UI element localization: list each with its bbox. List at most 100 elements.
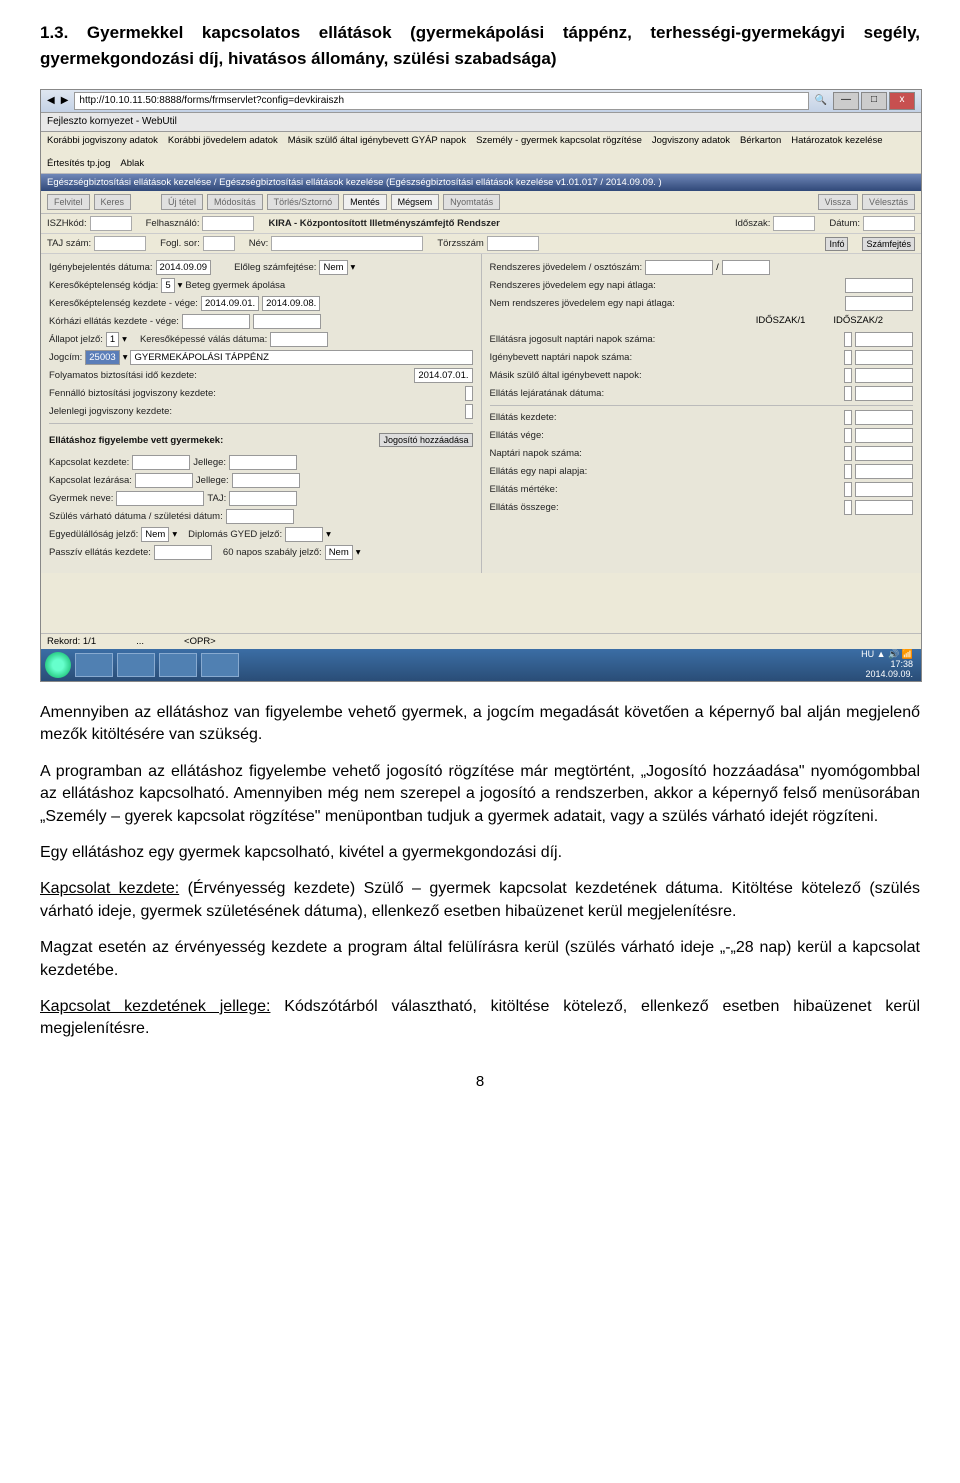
jogosult-napok-2[interactable]	[855, 332, 913, 347]
napi-alap-2[interactable]	[855, 464, 913, 479]
gyermek-taj-input[interactable]	[229, 491, 297, 506]
toolbar-ujtetel[interactable]: Új tétel	[161, 194, 203, 211]
diplomas-gyed-select[interactable]	[285, 527, 323, 542]
jogosito-hozzaadas-button[interactable]: Jogosító hozzáadása	[379, 433, 472, 448]
address-bar[interactable]: http://10.10.11.50:8888/forms/frmservlet…	[74, 92, 808, 110]
chevron-down-icon[interactable]: ▾	[326, 528, 331, 541]
60napos-select[interactable]: Nem	[325, 545, 353, 560]
search-icon[interactable]: 🔍	[815, 94, 827, 108]
menu-item[interactable]: Korábbi jogviszony adatok	[47, 134, 158, 147]
ellatas-vege-2[interactable]	[855, 428, 913, 443]
ellatas-kezdet-1[interactable]	[844, 410, 852, 425]
kapcs-lezar-jelleg-input[interactable]	[232, 473, 300, 488]
naptari-napok-1[interactable]	[844, 446, 852, 461]
igeny-datum-input[interactable]: 2014.09.09	[156, 260, 212, 275]
menu-item[interactable]: Határozatok kezelése	[791, 134, 882, 147]
szamfejtes-button[interactable]: Számfejtés	[862, 237, 915, 252]
menu-item[interactable]: Korábbi jövedelem adatok	[168, 134, 278, 147]
kapcs-kezdet-input[interactable]	[132, 455, 190, 470]
menu-item[interactable]: Ablak	[120, 157, 144, 170]
kk-vege-input[interactable]: 2014.09.08.	[262, 296, 320, 311]
menu-item[interactable]: Értesítés tp.jog	[47, 157, 110, 170]
fogl-input[interactable]	[203, 236, 235, 251]
toolbar-vissza[interactable]: Vissza	[818, 194, 858, 211]
toolbar-mentes[interactable]: Mentés	[343, 194, 387, 211]
toolbar-megsem[interactable]: Mégsem	[391, 194, 440, 211]
felh-input[interactable]	[202, 216, 254, 231]
task-button[interactable]	[159, 653, 197, 677]
toolbar-velesztas[interactable]: Vélesztás	[862, 194, 915, 211]
toolbar-modositas[interactable]: Módosítás	[207, 194, 263, 211]
toolbar-nyomtatas[interactable]: Nyomtatás	[443, 194, 500, 211]
nemrendszeres-napi-input[interactable]	[845, 296, 913, 311]
start-button[interactable]	[45, 652, 71, 678]
maximize-button[interactable]: □	[861, 92, 887, 110]
masik-szulo-napok-1[interactable]	[844, 368, 852, 383]
chevron-down-icon[interactable]: ▾	[351, 261, 356, 274]
kapcs-kezdet-jelleg-input[interactable]	[229, 455, 297, 470]
menu-item[interactable]: Személy - gyermek kapcsolat rögzítése	[476, 134, 642, 147]
naptari-napok-2[interactable]	[855, 446, 913, 461]
keresokepes-datum-input[interactable]	[270, 332, 328, 347]
rendszeres-jov-input[interactable]	[645, 260, 713, 275]
kapcs-lezar-input[interactable]	[135, 473, 193, 488]
toolbar-torles[interactable]: Törlés/Sztornó	[267, 194, 340, 211]
chevron-down-icon[interactable]: ▾	[123, 351, 128, 364]
info-button[interactable]: Infó	[825, 237, 848, 252]
task-button[interactable]	[201, 653, 239, 677]
passziv-kezdet-input[interactable]	[154, 545, 212, 560]
osztoszam-input[interactable]	[722, 260, 770, 275]
fennallo-kezdet-input[interactable]	[465, 386, 473, 401]
ellatas-mertek-1[interactable]	[844, 482, 852, 497]
lejarat-datum-2[interactable]	[855, 386, 913, 401]
ellatas-kezdet-2[interactable]	[855, 410, 913, 425]
chevron-down-icon[interactable]: ▾	[172, 528, 177, 541]
menu-item[interactable]: Másik szülő által igénybevett GYÁP napok	[288, 134, 466, 147]
lejarat-datum-1[interactable]	[844, 386, 852, 401]
jelenlegi-kezdet-input[interactable]	[465, 404, 473, 419]
task-button[interactable]	[117, 653, 155, 677]
egyedulallo-select[interactable]: Nem	[141, 527, 169, 542]
torzs-input[interactable]	[487, 236, 539, 251]
datum-input[interactable]	[863, 216, 915, 231]
kk-kezdet-input[interactable]: 2014.09.01.	[201, 296, 259, 311]
chevron-down-icon[interactable]: ▾	[178, 279, 183, 292]
jogcim-kod-input[interactable]: 25003	[85, 350, 119, 365]
nev-input[interactable]	[271, 236, 423, 251]
masik-szulo-napok-2[interactable]	[855, 368, 913, 383]
toolbar-keres[interactable]: Keres	[94, 194, 132, 211]
szules-datum-input[interactable]	[226, 509, 294, 524]
ellatas-vege-1[interactable]	[844, 428, 852, 443]
menu-item[interactable]: Bérkarton	[740, 134, 781, 147]
lbl: Rendszeres jövedelem egy napi átlaga:	[490, 279, 656, 292]
toolbar-felvitel[interactable]: Felvitel	[47, 194, 90, 211]
gyermek-nev-input[interactable]	[116, 491, 204, 506]
forward-icon[interactable]: ▶	[61, 94, 69, 108]
rendszeres-napi-input[interactable]	[845, 278, 913, 293]
iszhkod-input[interactable]	[90, 216, 132, 231]
ellatas-mertek-2[interactable]	[855, 482, 913, 497]
igenybevett-napok-1[interactable]	[844, 350, 852, 365]
ellatas-osszeg-1[interactable]	[844, 500, 852, 515]
menu-item[interactable]: Jogviszony adatok	[652, 134, 730, 147]
folyamatos-kezdet-input[interactable]: 2014.07.01.	[414, 368, 472, 383]
chevron-down-icon[interactable]: ▾	[356, 546, 361, 559]
allapot-input[interactable]: 1	[106, 332, 119, 347]
back-icon[interactable]: ◀	[47, 94, 55, 108]
close-button[interactable]: x	[889, 92, 915, 110]
jogosult-napok-1[interactable]	[844, 332, 852, 347]
task-button[interactable]	[75, 653, 113, 677]
ellatas-osszeg-2[interactable]	[855, 500, 913, 515]
idoszak-input[interactable]	[773, 216, 815, 231]
napi-alap-1[interactable]	[844, 464, 852, 479]
eloleg-select[interactable]: Nem	[319, 260, 347, 275]
chevron-down-icon[interactable]: ▾	[122, 333, 127, 346]
korhaz-vege-input[interactable]	[253, 314, 321, 329]
system-tray[interactable]: HU ▲ 🔊 📶 17:38 2014.09.09.	[861, 650, 917, 680]
kk-kod-input[interactable]: 5	[161, 278, 174, 293]
igenybevett-napok-2[interactable]	[855, 350, 913, 365]
taj-input[interactable]	[94, 236, 146, 251]
minimize-button[interactable]: —	[833, 92, 859, 110]
browser-tab[interactable]: Fejleszto kornyezet - WebUtil	[47, 115, 177, 129]
korhaz-kezdet-input[interactable]	[182, 314, 250, 329]
